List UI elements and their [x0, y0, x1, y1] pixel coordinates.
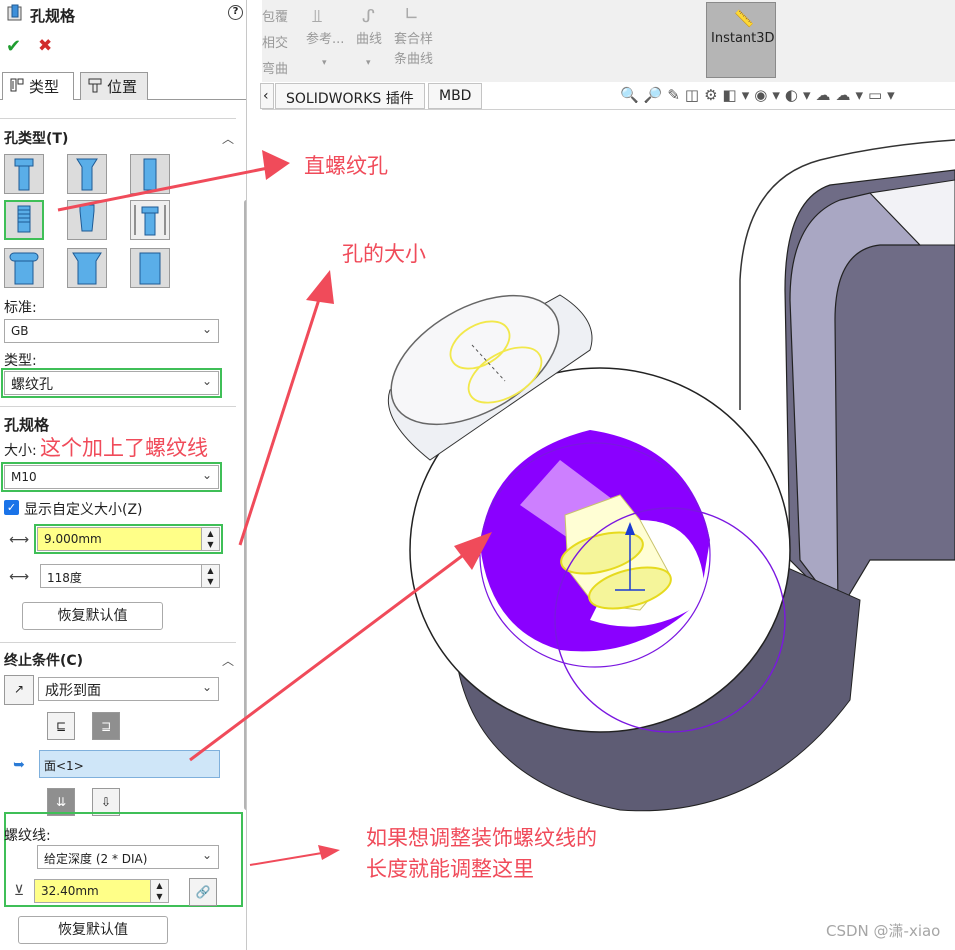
face-selection-icon: ➥ [13, 757, 25, 773]
instant3d-icon: 📏 [734, 9, 754, 28]
help-icon[interactable]: ? [228, 5, 243, 20]
heads-up-view-toolbar[interactable]: 🔍🔎✎◫⚙◧▾◉▾◐▾☁☁▾▭▾ [620, 86, 900, 104]
chevron-down-icon: ⌄ [201, 468, 212, 482]
thread-condition-select[interactable]: 给定深度 (2 * DIA) ⌄ [37, 845, 219, 869]
thread-label: 螺纹线: [4, 828, 51, 844]
hole-type-legacy[interactable] [130, 200, 170, 240]
angle-input[interactable]: 118度 ▲ ▼ [40, 564, 220, 588]
hole-type-counterbore[interactable] [4, 154, 44, 194]
tab-scroll-left[interactable]: ‹ [260, 83, 274, 109]
collapse-chevron-icon[interactable]: ︿ [222, 652, 234, 669]
diameter-input[interactable]: 9.000mm ▲ ▼ [34, 524, 223, 554]
standard-value: GB [11, 324, 29, 338]
position-tab-icon [87, 77, 103, 97]
wrap-tool[interactable]: 包覆 [262, 6, 288, 25]
ok-button[interactable]: ✔ [6, 36, 21, 57]
size-select[interactable]: M10 ⌄ [1, 462, 222, 492]
chevron-down-icon[interactable]: ▾ [322, 58, 327, 68]
instant3d-label: Instant3D [711, 31, 775, 46]
hole-type-header: 孔类型(T) [4, 131, 69, 147]
spin-arrows-icon[interactable]: ▲ ▼ [201, 565, 219, 587]
tab-position[interactable]: 位置 [80, 72, 148, 100]
standard-select[interactable]: GB ⌄ [4, 319, 219, 343]
panel-scrollbar[interactable] [244, 200, 246, 810]
tab-solidworks-addins[interactable]: SOLIDWORKS 插件 [275, 83, 425, 109]
instant3d-button[interactable]: 📏 Instant3D [706, 2, 776, 78]
curve-icon: ᔑ [362, 6, 375, 27]
chevron-down-icon[interactable]: ▾ [366, 58, 371, 68]
type-select[interactable]: 螺纹孔 ⌄ [1, 368, 222, 398]
hole-type-slot[interactable] [130, 248, 170, 288]
thread-depth-icon: ⊻ [13, 883, 25, 899]
divider [0, 118, 236, 119]
chevron-down-icon: ⌄ [201, 680, 212, 694]
thread-depth-value: 32.40mm [41, 884, 99, 898]
reverse-direction-icon[interactable]: ↗ [4, 675, 34, 705]
size-value: M10 [11, 470, 37, 484]
chevron-down-icon: ⌄ [201, 374, 212, 388]
tab-position-label: 位置 [107, 78, 138, 96]
spin-arrows-icon[interactable]: ▲ ▼ [150, 880, 168, 902]
watermark: CSDN @潇-xiao [826, 922, 941, 940]
divider [0, 642, 236, 643]
command-manager-toolbar: 包覆 相交 弯曲 ⫫ 参考... ▾ ᔑ 曲线 ▾ ∟ 套合样 条曲线 📏 In… [262, 0, 955, 82]
hole-spec-property-manager: 孔规格 ? ✔ ✖ 类型 位置 孔类型(T) ︿ 标准: GB ⌄ 类型: 螺纹… [0, 0, 247, 950]
hole-type-straight-tap[interactable] [4, 200, 44, 240]
annotation-thread-length-1: 如果想调整装饰螺纹线的 [366, 826, 597, 850]
hole-type-countersink[interactable] [67, 154, 107, 194]
hole-type-tapered-tap[interactable] [67, 200, 107, 240]
custom-size-label: 显示自定义大小(Z) [24, 502, 143, 518]
chevron-down-icon: ⌄ [201, 322, 212, 336]
reference-tool[interactable]: 参考... [306, 28, 344, 47]
hole-wizard-icon [6, 4, 24, 26]
angle-icon: ⟷ [8, 569, 30, 585]
type-value: 螺纹孔 [11, 377, 53, 393]
hole-type-simple[interactable] [130, 154, 170, 194]
size-label: 大小: [4, 443, 37, 459]
spin-arrows-icon[interactable]: ▲ ▼ [201, 528, 219, 550]
curve-tool[interactable]: 曲线 [356, 28, 382, 47]
face-value: 面<1> [44, 759, 84, 773]
intersect-tool[interactable]: 相交 [262, 32, 288, 51]
tab-mbd[interactable]: MBD [428, 83, 483, 109]
panel-tabs: 类型 位置 [0, 72, 246, 100]
panel-title-text: 孔规格 [30, 6, 76, 25]
type-label: 类型: [4, 353, 37, 369]
end-condition-select[interactable]: 成形到面 ⌄ [38, 677, 219, 701]
hole-type-counterbore-slot[interactable] [4, 248, 44, 288]
through-depth-icon[interactable]: ⊒ [92, 712, 120, 740]
annotation-hole-size: 孔的大小 [342, 242, 426, 266]
reference-geometry-icon: ⫫ [312, 6, 323, 27]
end-condition-value: 成形到面 [45, 683, 101, 699]
collapse-chevron-icon[interactable]: ︿ [222, 130, 234, 147]
cancel-button[interactable]: ✖ [38, 36, 52, 56]
tab-type-label: 类型 [29, 78, 60, 96]
restore-default-button-2[interactable]: 恢复默认值 [18, 916, 168, 944]
restore-default-button[interactable]: 恢复默认值 [22, 602, 163, 630]
fit-spline-icon: ∟ [404, 4, 420, 25]
annotation-straight-thread-hole: 直螺纹孔 [304, 154, 388, 178]
chevron-down-icon: ⌄ [201, 848, 212, 862]
end-condition-header: 终止条件(C) [4, 653, 84, 669]
thread-depth-input[interactable]: 32.40mm ▲ ▼ [34, 879, 169, 903]
link-icon[interactable]: 🔗 [189, 878, 217, 906]
hole-type-countersink-slot[interactable] [67, 248, 107, 288]
flex-tool[interactable]: 弯曲 [262, 58, 288, 77]
annotation-thread-length-2: 长度就能调整这里 [366, 857, 534, 881]
annotation-thread-added: 这个加上了螺纹线 [40, 436, 208, 460]
custom-size-checkbox[interactable]: ✓ [4, 500, 19, 515]
panel-title: 孔规格 [6, 4, 75, 26]
fit-spline-label-1[interactable]: 套合样 [394, 28, 433, 47]
face-selection-input[interactable]: 面<1> [39, 750, 220, 778]
type-tab-icon [9, 77, 25, 97]
thread-condition-value: 给定深度 (2 * DIA) [44, 852, 148, 866]
tab-type[interactable]: 类型 [2, 72, 74, 100]
blind-depth-icon[interactable]: ⊑ [47, 712, 75, 740]
standard-label: 标准: [4, 300, 37, 316]
angle-value: 118度 [47, 571, 82, 585]
diameter-value: 9.000mm [44, 532, 102, 546]
divider [0, 406, 236, 407]
fit-spline-label-2[interactable]: 条曲线 [394, 48, 433, 67]
diameter-icon: ⟷ [8, 532, 30, 548]
